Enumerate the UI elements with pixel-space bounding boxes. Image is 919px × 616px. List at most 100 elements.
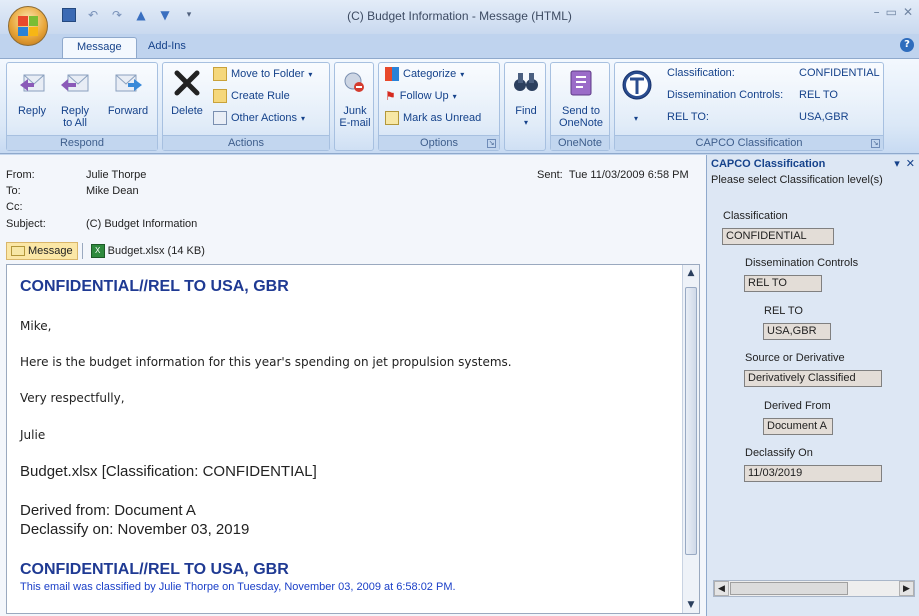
categorize-icon [385,67,399,81]
actions-group-label: Actions [163,135,329,150]
declassify-on-line: Declassify on: November 03, 2019 [20,521,250,538]
capco-logo-icon [622,70,652,100]
ribbon-tabs: Message Add-Ins [0,34,919,59]
rule-icon [213,89,227,103]
declassify-field[interactable]: 11/03/2019 [744,465,882,482]
reply-label: Reply [17,105,47,117]
respond-group-label: Respond [7,135,157,150]
move-to-folder-button[interactable]: Move to Folder ▾ [213,67,312,81]
excel-icon: X [90,244,105,258]
attachment-budget-label: Budget.xlsx (14 KB) [107,245,205,257]
window-controls: – ▭ ✕ [874,5,913,19]
reply-all-button[interactable]: Reply to All [54,67,96,129]
reply-all-label: Reply to All [60,105,90,129]
message-tab[interactable]: Message [6,242,78,260]
closing: Very respectfully, [20,391,125,405]
reply-all-icon [61,74,89,92]
message-tab-label: Message [28,245,73,257]
to-value[interactable]: Mike Dean [86,185,139,197]
move-to-folder-label: Move to Folder [231,68,305,80]
follow-up-button[interactable]: ⚑ Follow Up ▾ [385,89,457,103]
tab-message[interactable]: Message [62,37,137,59]
source-label: Source or Derivative [745,352,845,364]
forward-button[interactable]: Forward [103,67,153,117]
dissem-label: Dissemination Controls [745,257,859,269]
mark-unread-button[interactable]: Mark as Unread [385,111,481,125]
reply-icon [20,74,45,92]
sent-info: Sent: Tue 11/03/2009 6:58 PM [537,169,689,181]
from-value[interactable]: Julie Thorpe [86,169,146,181]
relto-field[interactable]: USA,GBR [763,323,831,340]
send-to-onenote-label: Send to OneNote [558,105,604,129]
message-body[interactable]: CONFIDENTIAL//REL TO USA, GBR Mike, Here… [6,264,700,614]
group-onenote: Send to OneNote OneNote [550,62,610,151]
office-button[interactable] [8,6,48,46]
sent-label: Sent: [537,169,563,181]
declassify-label: Declassify On [745,447,813,459]
dissem-field[interactable]: REL TO [744,275,822,292]
pane-controls: ▾ ✕ [894,157,915,170]
group-junk: Junk E-mail [334,62,374,151]
flag-icon: ⚑ [385,89,396,103]
from-label: From: [6,169,35,181]
ribbon: Reply Reply to All Forward Respond Delet… [0,58,919,154]
find-button[interactable]: Find ▾ [508,67,544,129]
mark-unread-label: Mark as Unread [403,112,482,124]
signature: Julie [20,428,46,442]
scroll-up-icon[interactable]: ▲ [683,265,699,281]
help-icon[interactable]: ? [900,38,914,52]
onenote-group-label: OneNote [551,135,609,150]
maximize-icon[interactable]: ▭ [886,5,897,19]
capco-button[interactable]: ▾ [621,69,652,125]
other-actions-icon [213,111,227,125]
tab-add-ins[interactable]: Add-Ins [134,37,200,59]
send-to-onenote-button[interactable]: Send to OneNote [555,67,607,129]
classification-field[interactable]: CONFIDENTIAL [722,228,834,245]
pane-horizontal-scrollbar[interactable]: ◀ ▶ [713,580,915,597]
window-title: (C) Budget Information - Message (HTML) [347,9,572,23]
title-bar: ↶ ↷ ▲ ▼ ▾ (C) Budget Information - Messa… [0,0,919,46]
pane-close-icon[interactable]: ✕ [906,157,915,170]
capco-dissem-key: Dissemination Controls: [667,89,784,101]
reply-button[interactable]: Reply [13,67,51,117]
capco-relto-key: REL TO: [667,111,709,123]
junk-email-button[interactable]: Junk E-mail [337,67,373,129]
attachment-separator [81,243,83,259]
delete-icon [174,70,200,96]
pane-scroll-thumb[interactable] [730,582,848,595]
create-rule-button[interactable]: Create Rule [213,89,290,103]
pane-menu-icon[interactable]: ▾ [894,157,900,170]
delete-button[interactable]: Delete [167,67,207,117]
attachment-budget[interactable]: X Budget.xlsx (14 KB) [87,242,209,260]
capco-launcher-icon[interactable]: ↘ [871,139,880,148]
scroll-left-icon[interactable]: ◀ [714,581,729,596]
cc-label: Cc: [6,201,23,213]
relto-label: REL TO [764,305,803,317]
sent-value: Tue 11/03/2009 6:58 PM [568,169,689,181]
delete-label: Delete [171,105,203,117]
attachment-classification: Budget.xlsx [Classification: CONFIDENTIA… [20,463,317,480]
folder-move-icon [213,67,227,81]
envelope-icon [385,111,399,125]
source-field[interactable]: Derivatively Classified [744,370,882,387]
capco-classification-value: CONFIDENTIAL [799,67,880,79]
create-rule-label: Create Rule [231,90,290,102]
classification-label: Classification [723,210,788,222]
derived-from-field[interactable]: Document A [763,418,833,435]
close-icon[interactable]: ✕ [903,5,913,19]
other-actions-label: Other Actions [231,112,298,124]
vertical-scrollbar[interactable]: ▲ ▼ [682,265,699,613]
envelope-icon [11,246,25,256]
derived-from-line: Derived from: Document A [20,502,196,519]
pane-title: CAPCO Classification [711,158,826,170]
other-actions-button[interactable]: Other Actions ▾ [213,111,305,125]
subject-label: Subject: [6,218,46,230]
scroll-thumb[interactable] [685,287,697,555]
scroll-right-icon[interactable]: ▶ [899,581,914,596]
group-capco-classification: ▾ Classification: CONFIDENTIAL Dissemina… [614,62,884,151]
minimize-icon[interactable]: – [874,5,880,19]
classification-footer: This email was classified by Julie Thorp… [20,581,456,593]
scroll-down-icon[interactable]: ▼ [683,597,699,613]
options-launcher-icon[interactable]: ↘ [487,139,496,148]
categorize-button[interactable]: Categorize ▾ [385,67,464,81]
